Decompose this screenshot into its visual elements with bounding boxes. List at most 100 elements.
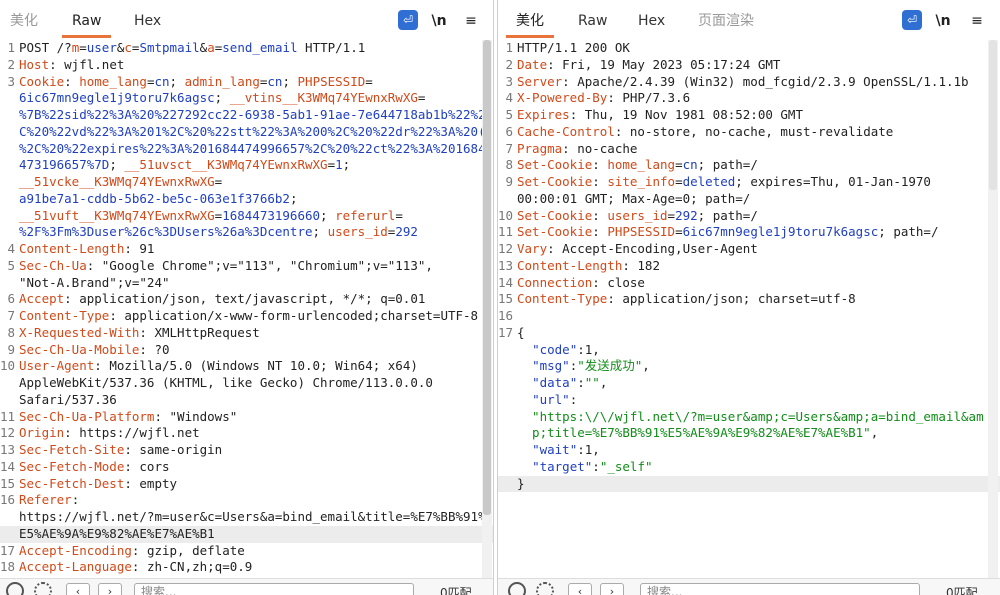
code-token: : ?0 [139, 341, 170, 357]
wrap-lines-icon[interactable]: ⏎ [398, 10, 418, 30]
code-token: : close [592, 274, 645, 290]
next-match-button[interactable]: › [600, 583, 624, 595]
response-tabbar: 美化 Raw Hex 页面渲染 ⏎ \n ≡ [498, 0, 1000, 40]
code-token: PHPSESSID [297, 73, 366, 89]
code-token: deleted [682, 174, 736, 189]
code-token: : Mozilla/5.0 (Windows NT 10.0; Win64; x… [94, 358, 418, 374]
request-scrollbar[interactable] [482, 40, 492, 578]
help-icon[interactable] [508, 582, 526, 595]
response-tab-raw[interactable]: Raw [568, 0, 617, 38]
response-tab-hex[interactable]: Hex [628, 0, 675, 38]
response-tab-pretty[interactable]: 美化 [506, 0, 554, 38]
line-number: 7 [7, 308, 15, 323]
line-text: Date: Fri, 19 May 2023 05:17:24 GMT [517, 57, 780, 74]
code-token: ; [169, 73, 185, 89]
line-text: Cookie: home_lang=cn; admin_lang=cn; PHP… [19, 74, 373, 91]
code-token: referurl [335, 207, 396, 223]
request-tab-hex[interactable]: Hex [124, 0, 171, 38]
line-number: 5 [7, 257, 15, 273]
line-text: Content-Length: 91 [19, 241, 154, 258]
newline-toggle-icon[interactable]: \n [430, 10, 448, 31]
code-token: : cors [124, 458, 170, 474]
code-token: ; [312, 224, 328, 240]
request-scroll-thumb[interactable] [483, 40, 491, 515]
request-search-input[interactable]: 搜索... [134, 583, 414, 595]
request-tab-pretty[interactable]: 美化 [0, 0, 48, 38]
request-panel: 美化 Raw Hex ⏎ \n ≡ 1 POST /?m=user&c=Smtpm… [0, 0, 494, 595]
request-editor[interactable]: 1 POST /?m=user&c=Smtpmail&a=send_email H… [0, 40, 493, 578]
code-line: 12 Vary: Accept-Encoding,User-Agent [498, 241, 1000, 258]
prev-match-button[interactable]: ‹ [66, 583, 90, 595]
request-bottom-bar: ‹ › 搜索... 0匹配 [0, 578, 493, 595]
line-number: 11 [498, 224, 514, 240]
code-token: send_email [222, 40, 298, 55]
code-token: "https:\/\/wjfl.net\/?m=user&amp;c=Users… [517, 408, 984, 424]
line-text: "wait":1, [517, 442, 600, 459]
code-token: home_lang [79, 73, 147, 89]
settings-gear-icon[interactable] [34, 582, 52, 595]
code-token: users_id [327, 224, 388, 240]
request-tab-raw[interactable]: Raw [62, 0, 112, 38]
code-token: = [675, 174, 683, 189]
code-token: 292 [395, 224, 418, 240]
code-token: ; path=/ [697, 157, 758, 173]
line-number: 3 [505, 73, 513, 89]
line-number: 11 [0, 408, 16, 424]
menu-icon[interactable]: ≡ [968, 10, 986, 31]
response-search-input[interactable]: 搜索... [640, 583, 920, 595]
code-token: Cookie [19, 73, 65, 89]
code-line: } [498, 475, 1000, 493]
code-token: Content-Length [19, 241, 125, 256]
code-token: = [79, 40, 87, 55]
line-text: %7B%22sid%22%3A%20%227292cc22-6938-5ab1-… [19, 107, 486, 124]
line-number: 18 [0, 559, 16, 575]
code-token: : [592, 458, 600, 474]
code-token: = [365, 73, 373, 89]
code-token: POST /? [19, 40, 72, 55]
wrap-lines-icon[interactable]: ⏎ [902, 10, 922, 30]
code-token: : "Windows" [154, 408, 238, 424]
next-match-button[interactable]: › [98, 583, 122, 595]
code-token: : [592, 157, 608, 173]
response-editor[interactable]: 1 HTTP/1.1 200 OK 2 Date: Fri, 19 May 2023 … [498, 40, 1000, 578]
line-text: Sec-Fetch-Dest: empty [19, 476, 177, 493]
code-line: AppleWebKit/537.36 (KHTML, like Gecko) C… [0, 375, 493, 392]
code-token: user [86, 40, 117, 55]
code-line: C%20%22vd%22%3A%201%2C%20%22stt%22%3A%20… [0, 124, 493, 141]
code-token: c [124, 40, 132, 55]
line-text: C%20%22vd%22%3A%201%2C%20%22stt%22%3A%20… [19, 124, 486, 141]
code-token: : same-origin [124, 442, 223, 457]
response-scrollbar[interactable] [988, 40, 998, 578]
code-line: 17 Accept-Encoding: gzip, deflate [0, 543, 493, 560]
code-token: Vary [517, 241, 548, 256]
menu-icon[interactable]: ≡ [462, 10, 480, 31]
code-token: "code" [532, 341, 578, 357]
code-token: 1 [335, 157, 343, 173]
line-text: %2F%3Fm%3Duser%26c%3DUsers%26a%3Dcentre;… [19, 224, 418, 241]
code-token: : zh-CN,zh;q=0.9 [131, 559, 253, 575]
response-scroll-thumb[interactable] [989, 40, 997, 190]
line-number: 1 [505, 40, 513, 55]
code-token: ; [214, 90, 230, 106]
line-text: "msg":"发送成功", [517, 358, 650, 375]
code-line: 2 Host: wjfl.net [0, 57, 493, 74]
code-line: %7B%22sid%22%3A%20%227292cc22-6938-5ab1-… [0, 107, 493, 124]
code-token: ; [289, 190, 298, 206]
help-icon[interactable] [6, 582, 24, 595]
code-line: 17{ [498, 325, 1000, 342]
code-line: 7 Pragma: no-cache [498, 141, 1000, 158]
prev-match-button[interactable]: ‹ [568, 583, 592, 595]
code-line: 15 Content-Type: application/json; charse… [498, 291, 1000, 308]
code-token: a [207, 40, 215, 55]
code-line: 3 Server: Apache/2.4.39 (Win32) mod_fcgid… [498, 74, 1000, 91]
response-tab-render[interactable]: 页面渲染 [688, 0, 764, 38]
line-text: Content-Type: application/x-www-form-url… [19, 308, 478, 325]
code-token: __vtins__K3WMq74YEwnxRwXG [229, 90, 418, 106]
code-line: Safari/537.36 [0, 392, 493, 409]
code-token: HTTP/1.1 [297, 40, 366, 55]
code-token: 6ic67mn9egle1j9toru7k6agsc [682, 224, 879, 240]
settings-gear-icon[interactable] [536, 582, 554, 595]
code-token: : [592, 174, 608, 189]
newline-toggle-icon[interactable]: \n [934, 10, 952, 31]
code-token: Connection [517, 274, 593, 290]
